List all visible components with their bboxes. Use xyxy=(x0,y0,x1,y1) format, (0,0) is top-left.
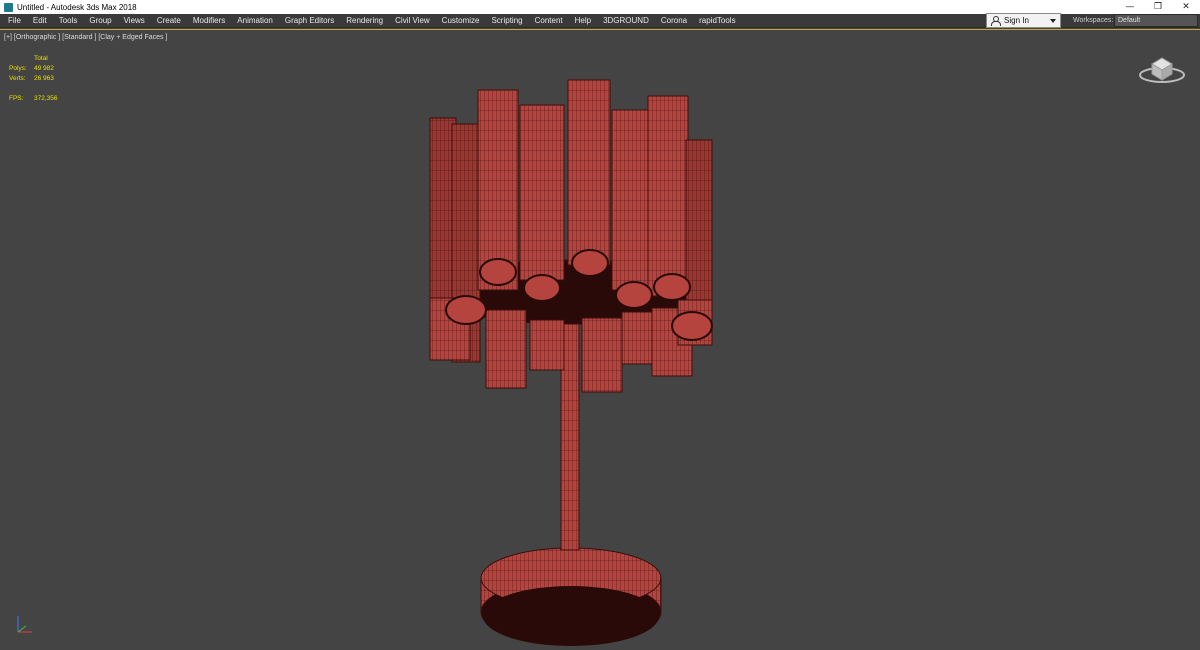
workspaces-select[interactable]: Default xyxy=(1114,14,1198,27)
menu-views[interactable]: Views xyxy=(118,14,151,28)
stats-fps-row: FPS: 372,356 xyxy=(9,94,58,104)
viewport-statistics: Total Polys: 49 982 Verts: 26 963 FPS: 3… xyxy=(9,54,58,104)
viewcube-icon[interactable] xyxy=(1138,52,1190,86)
sign-in-label: Sign In xyxy=(1004,16,1029,25)
menu-3dground[interactable]: 3DGROUND xyxy=(597,14,655,28)
lamp-base xyxy=(480,547,662,646)
stats-total-label: Total xyxy=(34,55,48,62)
restore-button[interactable]: ❐ xyxy=(1144,0,1172,14)
stats-verts-row: Verts: 26 963 xyxy=(9,74,58,84)
title-bar: Untitled - Autodesk 3ds Max 2018 — ❐ ✕ xyxy=(0,0,1200,14)
menu-customize[interactable]: Customize xyxy=(436,14,486,28)
axis-tripod-icon xyxy=(17,616,32,633)
viewport-orthographic[interactable]: [+] [Orthographic ] [Standard ] [Clay + … xyxy=(0,29,1200,650)
chevron-down-icon xyxy=(1050,18,1056,23)
stats-polys-row: Polys: 49 982 xyxy=(9,64,58,74)
menu-group[interactable]: Group xyxy=(83,14,117,28)
menu-animation[interactable]: Animation xyxy=(231,14,279,28)
window-title: Untitled - Autodesk 3ds Max 2018 xyxy=(17,2,137,12)
menu-create[interactable]: Create xyxy=(151,14,187,28)
close-button[interactable]: ✕ xyxy=(1172,0,1200,14)
stats-polys-value: 49 982 xyxy=(34,65,54,72)
lamp-model xyxy=(429,79,713,646)
stats-verts-value: 26 963 xyxy=(34,75,54,82)
menu-graph-editors[interactable]: Graph Editors xyxy=(279,14,340,28)
window-controls: — ❐ ✕ xyxy=(1116,0,1200,14)
minimize-button[interactable]: — xyxy=(1116,0,1144,14)
sign-in-dropdown[interactable]: Sign In xyxy=(986,13,1061,28)
menu-file[interactable]: File xyxy=(0,14,27,28)
menu-scripting[interactable]: Scripting xyxy=(485,14,528,28)
stats-fps-value: 372,356 xyxy=(34,95,58,102)
stats-polys-label: Polys: xyxy=(9,65,27,72)
stats-verts-label: Verts: xyxy=(9,75,26,82)
menu-rendering[interactable]: Rendering xyxy=(340,14,389,28)
menu-help[interactable]: Help xyxy=(569,14,597,28)
menu-rapidtools[interactable]: rapidTools xyxy=(693,14,741,28)
menu-civil-view[interactable]: Civil View xyxy=(389,14,436,28)
menu-edit[interactable]: Edit xyxy=(27,14,53,28)
stats-fps-label: FPS: xyxy=(9,95,24,102)
user-icon xyxy=(991,16,1001,26)
menu-tools[interactable]: Tools xyxy=(53,14,84,28)
menu-modifiers[interactable]: Modifiers xyxy=(187,14,231,28)
menu-content[interactable]: Content xyxy=(529,14,569,28)
menu-corona[interactable]: Corona xyxy=(655,14,693,28)
viewport-label[interactable]: [+] [Orthographic ] [Standard ] [Clay + … xyxy=(4,34,167,41)
app-logo-icon xyxy=(4,2,13,12)
workspaces-label: Workspaces: xyxy=(1073,17,1114,24)
